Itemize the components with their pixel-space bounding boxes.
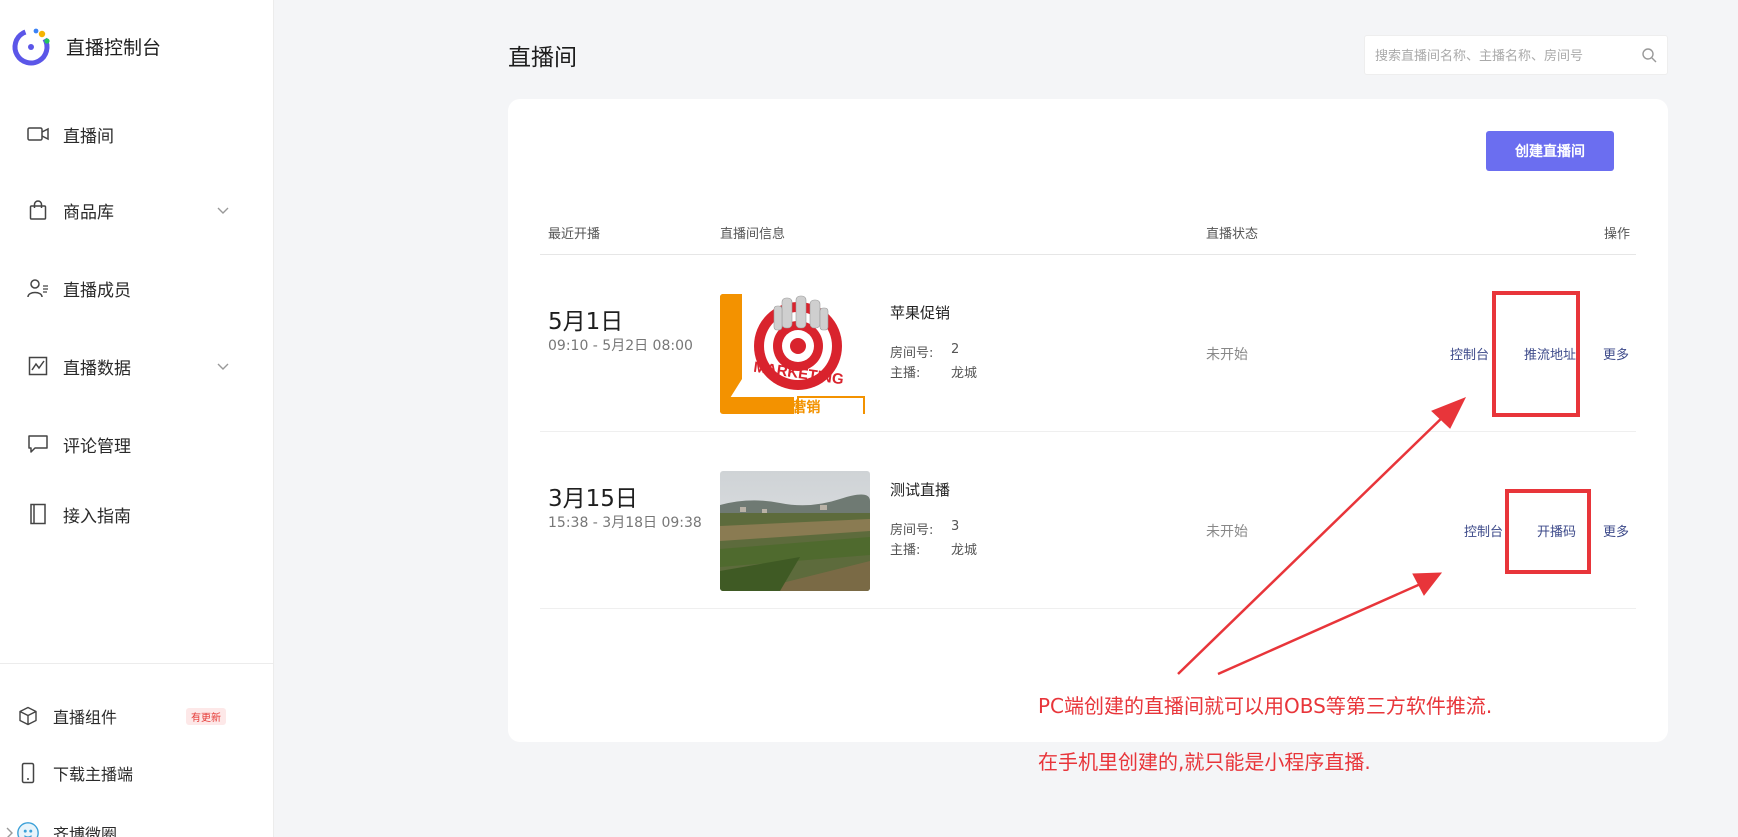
room-number: 房间号: 2 [890,342,959,361]
sidebar-item-label: 商品库 [63,202,114,223]
sidebar-item-components[interactable]: 直播组件 有更新 [0,694,274,738]
field-thumbnail-image [720,471,870,591]
video-camera-icon [26,122,50,146]
page-title: 直播间 [508,45,577,71]
sidebar: 直播控制台 直播间 商品库 直播成员 直播数据 评论管理 接入指南 直播组件 有… [0,0,274,837]
sidebar-item-label: 接入指南 [63,506,131,527]
room-number-value: 3 [951,519,960,534]
more-link[interactable]: 更多 [1603,344,1629,363]
room-host: 主播: 龙城 [890,539,977,558]
search-input[interactable] [1375,36,1635,74]
sidebar-item-label: 直播间 [63,126,114,147]
brand-logo-icon [12,28,50,66]
cube-icon [16,704,40,728]
brand-title: 直播控制台 [66,36,162,59]
column-header-info: 直播间信息 [720,227,786,242]
sidebar-item-label: 评论管理 [63,436,131,457]
table-header: 最近开播 直播间信息 直播状态 操作 [540,223,1636,255]
chart-icon [26,354,50,378]
comment-icon [26,432,50,456]
status-text: 未开始 [1206,524,1248,540]
sidebar-item-guide[interactable]: 接入指南 [0,486,274,542]
room-thumbnail[interactable] [720,471,870,591]
chevron-down-icon[interactable] [214,357,232,375]
sidebar-item-account[interactable]: 齐博微圈 [0,811,274,837]
sidebar-item-products[interactable]: 商品库 [0,182,274,238]
console-link[interactable]: 控制台 [1464,521,1503,540]
highlight-box-start-code [1505,489,1591,574]
thumb-bottom-text: 市场 营销 [760,399,821,414]
sidebar-item-label: 直播数据 [63,358,131,379]
room-name: 测试直播 [890,481,951,499]
marketing-thumbnail-image: MARKETING 市场 营销 [720,294,870,414]
row-time: 09:10 - 5月2日 08:00 [548,338,693,354]
column-header-recent: 最近开播 [548,227,601,242]
highlight-box-push-url [1492,291,1580,417]
sidebar-item-label: 齐博微圈 [53,825,118,837]
chevron-down-icon[interactable] [214,201,232,219]
sidebar-item-label: 直播成员 [63,280,131,301]
search-box[interactable] [1364,35,1668,75]
phone-icon [16,761,40,785]
row-time: 15:38 - 3月18日 09:38 [548,515,702,531]
sidebar-item-label: 下载主播端 [53,765,134,784]
sidebar-item-members[interactable]: 直播成员 [0,260,274,316]
room-thumbnail[interactable]: MARKETING 市场 营销 [720,294,870,414]
sidebar-item-live-rooms[interactable]: 直播间 [0,106,274,162]
room-name: 苹果促销 [890,304,951,322]
room-number-label: 房间号: [890,346,934,361]
table-row: 3月15日 15:38 - 3月18日 09:38 测试直播 房间号: 3 主播… [540,433,1636,609]
room-host-value: 龙城 [951,366,978,381]
table-row: 5月1日 09:10 - 5月2日 08:00 MARKETING 市场 营销 … [540,256,1636,432]
room-host-label: 主播: [890,366,921,381]
room-host-value: 龙城 [951,543,978,558]
search-icon[interactable] [1641,47,1657,63]
book-icon [26,502,50,526]
brand[interactable]: 直播控制台 [10,26,161,66]
room-host-label: 主播: [890,543,921,558]
column-header-actions: 操作 [1604,227,1631,242]
update-badge: 有更新 [186,707,226,725]
sidebar-item-download[interactable]: 下载主播端 [0,751,274,795]
avatar-icon [16,821,40,837]
member-icon [26,276,50,300]
annotation-text-line2: 在手机里创建的,就只能是小程序直播. [1038,750,1371,774]
room-number: 房间号: 3 [890,519,959,538]
sidebar-item-data[interactable]: 直播数据 [0,338,274,394]
room-number-label: 房间号: [890,523,934,538]
room-host: 主播: 龙城 [890,362,977,381]
shopping-bag-icon [26,198,50,222]
sidebar-item-comments[interactable]: 评论管理 [0,416,274,472]
column-header-status: 直播状态 [1206,227,1259,242]
live-room-card: 创建直播间 最近开播 直播间信息 直播状态 操作 5月1日 09:10 - 5月… [508,99,1668,742]
row-date: 3月15日 [548,486,638,512]
sidebar-item-label: 直播组件 [53,708,118,727]
console-link[interactable]: 控制台 [1450,344,1489,363]
sidebar-divider [0,663,274,664]
status-text: 未开始 [1206,347,1248,363]
annotation-text-line1: PC端创建的直播间就可以用OBS等第三方软件推流. [1038,694,1493,718]
row-date: 5月1日 [548,309,624,335]
more-link[interactable]: 更多 [1603,521,1629,540]
room-number-value: 2 [951,342,960,357]
create-live-room-button[interactable]: 创建直播间 [1486,131,1614,171]
